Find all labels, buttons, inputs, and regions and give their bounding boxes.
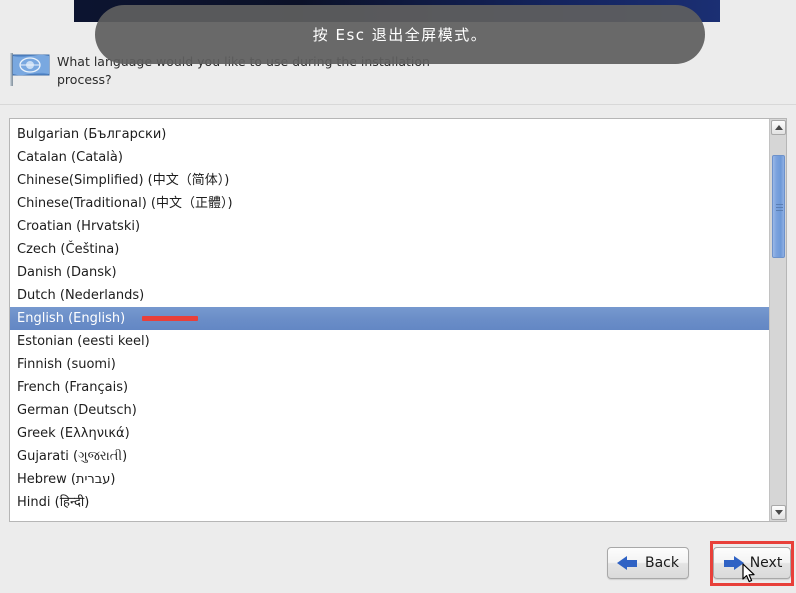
list-item-label: Hebrew (עברית) [17, 472, 116, 487]
fullscreen-exit-message: 按 Esc 退出全屏模式。 [312, 26, 488, 44]
list-item[interactable]: Danish (Dansk) [10, 261, 769, 284]
scroll-down-button[interactable] [771, 505, 786, 520]
list-item[interactable]: Finnish (suomi) [10, 353, 769, 376]
list-item[interactable]: Gujarati (ગુજરાતી) [10, 445, 769, 468]
list-item[interactable]: Hebrew (עברית) [10, 468, 769, 491]
scrollbar-thumb[interactable] [772, 155, 785, 258]
wizard-footer: Back Next [0, 528, 796, 593]
list-item-label: Dutch (Nederlands) [17, 288, 145, 303]
fullscreen-exit-toast: 按 Esc 退出全屏模式。 [95, 5, 705, 64]
list-item-label: Catalan (Català) [17, 150, 123, 165]
list-item-label: English (English) [17, 311, 126, 326]
list-item-label: Finnish (suomi) [17, 357, 116, 372]
language-list[interactable]: Bulgarian (Български) Catalan (Català) C… [10, 119, 769, 521]
next-button[interactable]: Next [713, 547, 791, 579]
arrow-left-icon [617, 555, 639, 571]
list-item[interactable]: Dutch (Nederlands) [10, 284, 769, 307]
list-item[interactable]: Croatian (Hrvatski) [10, 215, 769, 238]
list-item-label: German (Deutsch) [17, 403, 137, 418]
list-item[interactable]: Czech (Čeština) [10, 238, 769, 261]
list-item[interactable]: Hindi (हिन्दी) [10, 491, 769, 514]
list-item[interactable]: Bulgarian (Български) [10, 123, 769, 146]
list-item-label: Chinese(Traditional) (中文（正體）) [17, 196, 233, 211]
list-item[interactable]: German (Deutsch) [10, 399, 769, 422]
back-button[interactable]: Back [607, 547, 689, 579]
list-item-label: Chinese(Simplified) (中文（简体）) [17, 173, 230, 188]
list-item-label: Gujarati (ગુજરાતી) [17, 449, 128, 464]
header-divider [0, 104, 796, 105]
chevron-down-icon [774, 510, 783, 515]
list-item-label: Estonian (eesti keel) [17, 334, 150, 349]
arrow-right-icon [722, 555, 744, 571]
list-item-label: Croatian (Hrvatski) [17, 219, 141, 234]
list-item[interactable]: Chinese(Traditional) (中文（正體）) [10, 192, 769, 215]
scrollbar-grip-icon [776, 204, 783, 211]
list-item[interactable]: French (Français) [10, 376, 769, 399]
list-item-selected-english[interactable]: English (English) [10, 307, 769, 330]
list-item-label: Danish (Dansk) [17, 265, 117, 280]
language-flag-icon [10, 53, 50, 86]
list-item[interactable]: Estonian (eesti keel) [10, 330, 769, 353]
selected-row-annotation-marker [142, 316, 198, 321]
list-item-label: Hindi (हिन्दी) [17, 495, 90, 510]
list-item-label: Bulgarian (Български) [17, 127, 167, 142]
list-item[interactable]: Catalan (Català) [10, 146, 769, 169]
list-item-label: Greek (Ελληνικά) [17, 426, 130, 441]
language-list-scrollbar[interactable] [769, 119, 786, 521]
back-button-label: Back [645, 555, 679, 571]
list-item[interactable]: Greek (Ελληνικά) [10, 422, 769, 445]
list-item-label: Czech (Čeština) [17, 242, 120, 257]
chevron-up-icon [774, 125, 783, 130]
language-listbox[interactable]: Bulgarian (Български) Catalan (Català) C… [9, 118, 787, 522]
next-button-label: Next [749, 555, 783, 571]
scroll-up-button[interactable] [771, 120, 786, 135]
list-item-label: French (Français) [17, 380, 129, 395]
list-item[interactable]: Chinese(Simplified) (中文（简体）) [10, 169, 769, 192]
